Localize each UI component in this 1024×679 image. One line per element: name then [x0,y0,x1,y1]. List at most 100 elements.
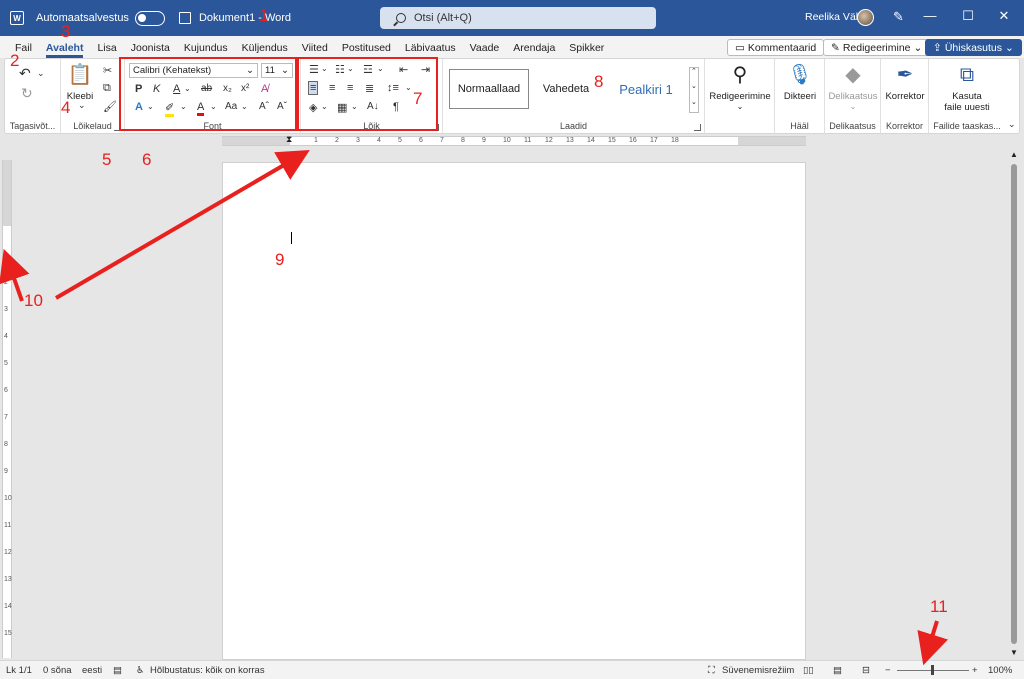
sensitivity-button[interactable]: ◆ Delikaatsus ⌄ [827,63,879,111]
tab-developer[interactable]: Arendaja [506,42,562,58]
dialog-launcher-icon[interactable] [694,124,701,131]
language-indicator[interactable]: eesti [82,665,102,676]
tab-design[interactable]: Kujundus [177,42,235,58]
editing-mode-button[interactable]: ✎ Redigeerimine ⌄ [823,39,931,56]
focus-mode-icon[interactable]: ⛶ [708,665,715,676]
ruler-tick-label: 6 [4,387,8,394]
tab-layout[interactable]: Küljendus [235,42,295,58]
ruler-left-margin [222,137,290,145]
reuse-label-2: faile uuesti [944,102,990,113]
format-painter-icon[interactable]: 🖌 [103,100,117,113]
share-icon: ⇪ [933,41,942,54]
autosave-label: Automaatsalvestus [36,12,129,24]
zoom-level[interactable]: 100% [988,665,1012,676]
zoom-in-icon[interactable]: + [972,665,978,676]
vertical-ruler[interactable]: 1 2 3 4 5 6 7 8 9 10 11 12 13 14 15 [2,160,12,658]
chevron-down-icon[interactable]: ⌄ [37,68,45,79]
scroll-thumb[interactable] [1011,164,1017,644]
title-bar: W Automaatsalvestus Dokument1 - Word Ots… [0,0,1024,36]
close-icon[interactable]: ✕ [994,8,1014,24]
dictate-button[interactable]: 🎙 Dikteeri [777,63,823,102]
tab-draw[interactable]: Joonista [124,42,177,58]
status-bar: Lk 1/1 0 sõna eesti ▤ ♿ Hõlbustatus: kõi… [0,660,1024,679]
annotation-number: 1 [259,6,269,25]
pen-icon[interactable]: ✎ [893,9,904,25]
annotation-number: 4 [61,98,71,117]
minimize-icon[interactable]: — [920,8,940,23]
chevron-down-icon[interactable]: ⌄ [691,82,697,90]
tab-view[interactable]: Vaade [463,42,507,58]
annotation-number: 7 [413,89,423,108]
annotation-number: 10 [24,291,43,310]
print-layout-icon[interactable]: ▤ [833,665,842,676]
tab-mailings[interactable]: Postitused [335,42,398,58]
tab-review[interactable]: Läbivaatus [398,42,463,58]
ruler-tick-label: 16 [629,137,637,144]
comment-icon: ▭ [735,41,745,54]
document-page[interactable] [222,162,806,660]
ruler-tick-label: 7 [440,137,444,144]
web-layout-icon[interactable]: ⊟ [862,665,870,676]
ruler-top-margin [3,160,11,226]
editor-label: Korrektor [885,91,925,102]
word-count[interactable]: 0 sõna [43,665,72,676]
search-box[interactable]: Otsi (Alt+Q) [380,7,656,29]
autosave-toggle[interactable] [134,10,165,26]
scroll-down-icon[interactable]: ▼ [1010,648,1018,657]
ruler-tick-label: 12 [4,549,12,556]
zoom-out-icon[interactable]: − [885,665,891,676]
horizontal-ruler[interactable]: ⧗ 1 2 3 4 5 6 7 8 9 10 11 12 13 14 15 16 17 18 [222,134,806,146]
editor-group: ✒ Korrektor Korrektor [881,59,929,135]
undo-icon[interactable]: ↶ [19,65,31,82]
tab-help[interactable]: Spikker [562,42,611,58]
collapse-ribbon-icon[interactable]: ⌄ [1008,119,1016,130]
chevron-down-icon: ⌄ [736,102,744,111]
style-normal[interactable]: Normaallaad [449,69,529,109]
accessibility-icon[interactable]: ♿ [136,665,145,676]
more-styles-icon[interactable]: ⌄ [691,98,697,106]
focus-mode-label[interactable]: Süvenemisrežiim [722,665,794,676]
styles-group: Normaallaad Vahedeta Pealkiri 1 ⌃ ⌄ ⌄ La… [443,59,705,135]
clipboard-icon: 📋 [67,64,93,86]
zoom-slider-thumb[interactable] [931,665,934,675]
tab-references[interactable]: Viited [295,42,335,58]
clipboard-group: 📋 Kleebi ⌄ ✂ ⧉ 🖌 Lõikelaud [61,59,125,135]
accessibility-status[interactable]: Hõlbustatus: kõik on korras [150,665,265,676]
copy-icon[interactable]: ⧉ [103,82,111,95]
editor-group-label: Korrektor [885,121,923,131]
styles-scroll[interactable]: ⌃ ⌄ ⌄ [689,67,699,113]
tab-home[interactable]: Avaleht [39,42,91,58]
ruler-tick-label: 15 [608,137,616,144]
style-no-spacing[interactable]: Vahedeta [535,69,597,109]
macro-icon[interactable]: ▤ [113,665,122,676]
editing-button[interactable]: ⚲ Redigeerimine ⌄ [707,63,773,111]
microphone-icon: 🎙 [787,64,813,86]
page-count[interactable]: Lk 1/1 [6,665,32,676]
scroll-up-icon[interactable]: ▲ [1010,150,1018,159]
ribbon-tabs: Fail Avaleht Lisa Joonista Kujundus Külj… [0,36,1024,58]
ruler-tick-label: 2 [4,279,8,286]
reuse-files-button[interactable]: ⧉ Kasuta faile uuesti [931,63,1003,113]
share-button[interactable]: ⇪ Ühiskasutus ⌄ [925,39,1022,56]
ruler-tick-label: 3 [356,137,360,144]
chevron-down-icon[interactable]: ⌄ [78,100,86,111]
user-name[interactable]: Reelika Väli [805,11,860,23]
comments-button[interactable]: ▭ Kommentaarid [727,39,825,56]
chevron-up-icon[interactable]: ⌃ [691,67,697,75]
avatar[interactable] [857,9,874,26]
style-heading-1[interactable]: Pealkiri 1 [611,69,681,109]
ruler-tick-label: 1 [4,252,8,259]
indent-marker-icon[interactable]: ⧗ [286,134,292,145]
vertical-scrollbar[interactable]: ▲ ▼ [1008,150,1020,660]
sensitivity-label: Delikaatsus [828,91,878,102]
save-icon[interactable] [178,12,191,24]
ruler-tick-label: 11 [524,137,532,144]
tab-insert[interactable]: Lisa [90,42,123,58]
read-mode-icon[interactable]: ▯▯ [803,665,813,676]
paste-button[interactable]: 📋 Kleebi [63,63,97,102]
redo-icon[interactable]: ↻ [21,85,33,102]
cut-icon[interactable]: ✂ [103,64,112,77]
editor-button[interactable]: ✒ Korrektor [883,63,927,102]
maximize-icon[interactable]: ☐ [958,8,978,24]
share-label: Ühiskasutus [944,41,1003,54]
